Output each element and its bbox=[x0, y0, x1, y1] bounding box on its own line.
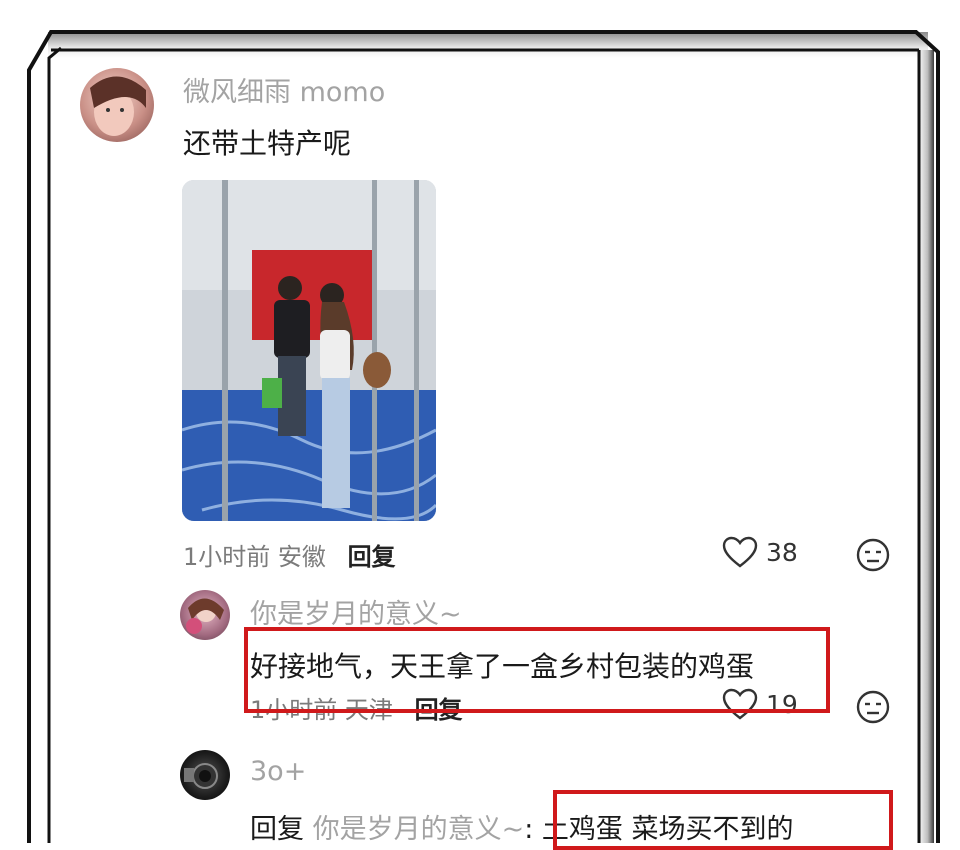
main-comment-location: 安徽 bbox=[277, 543, 326, 571]
heart-icon bbox=[722, 536, 758, 568]
dislike-emoji-icon[interactable] bbox=[856, 538, 890, 572]
reply2-reply-to[interactable]: 你是岁月的意义~ bbox=[313, 814, 525, 845]
main-comment-text: 还带土特产呢 bbox=[183, 127, 352, 160]
highlight-box-reply1 bbox=[244, 627, 830, 713]
avatar-reply2[interactable] bbox=[180, 750, 230, 800]
dislike-emoji-icon[interactable] bbox=[856, 690, 890, 724]
main-comment-like-count: 38 bbox=[766, 537, 798, 567]
comment-photo[interactable] bbox=[182, 180, 436, 521]
main-comment-time: 1小时前 bbox=[183, 543, 271, 571]
main-comment-reply-button[interactable]: 回复 bbox=[348, 543, 396, 571]
avatar-reply1[interactable] bbox=[180, 590, 230, 640]
avatar-main-commenter[interactable] bbox=[80, 68, 154, 142]
highlight-box-reply2 bbox=[553, 790, 893, 850]
comic-frame bbox=[27, 30, 940, 843]
main-comment-username[interactable]: 微风细雨 momo bbox=[183, 70, 385, 109]
main-comment-like-button[interactable]: 38 bbox=[722, 536, 798, 568]
main-comment-meta: 1小时前 安徽 回复 bbox=[183, 537, 396, 572]
reply2-username[interactable]: 3o+ bbox=[250, 756, 306, 787]
reply1-username[interactable]: 你是岁月的意义~ bbox=[250, 592, 462, 631]
reply2-reply-label[interactable]: 回复 bbox=[250, 814, 304, 845]
